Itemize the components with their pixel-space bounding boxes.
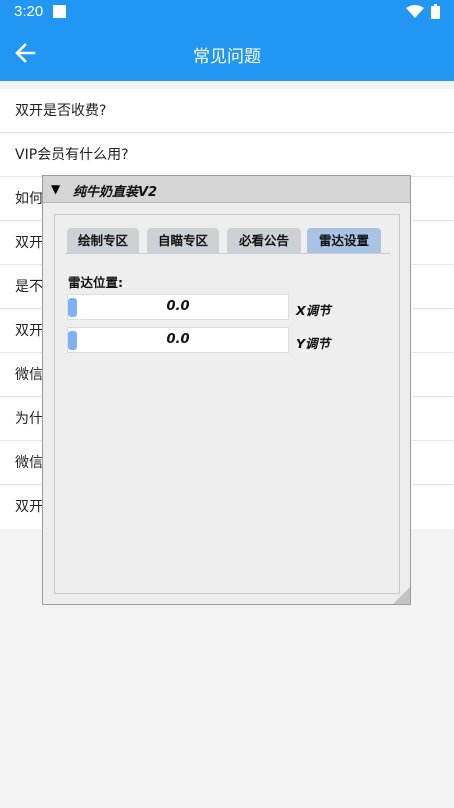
notification-icon [53,5,66,18]
overlay-panel: 绘制专区 自瞄专区 必看公告 雷达设置 雷达位置: 0.0 X调节 0.0 Y调… [54,214,400,594]
wifi-icon [406,5,424,18]
resize-grip-icon[interactable] [393,587,410,604]
y-adjust-slider[interactable]: 0.0 [67,327,289,353]
slider-value: 0.0 [166,299,190,314]
tab-aim[interactable]: 自瞄专区 [147,228,219,253]
faq-item[interactable]: 双开是否收费? [0,89,454,133]
tab-draw[interactable]: 绘制专区 [67,228,139,253]
faq-item[interactable]: VIP会员有什么用? [0,133,454,177]
tab-notice[interactable]: 必看公告 [227,228,301,253]
tab-divider [65,253,391,254]
overlay-title-bar[interactable]: ▼ 纯牛奶直装V2 [43,176,410,203]
slider-value: 0.0 [166,332,190,347]
x-adjust-slider[interactable]: 0.0 [67,294,289,320]
battery-icon [431,4,440,19]
app-bar: 常见问题 [0,26,454,81]
overlay-window: ▼ 纯牛奶直装V2 绘制专区 自瞄专区 必看公告 雷达设置 雷达位置: 0.0 … [42,175,411,605]
overlay-title: 纯牛奶直装V2 [73,185,158,200]
tab-radar-settings[interactable]: 雷达设置 [307,228,381,253]
radar-position-label: 雷达位置: [68,275,123,290]
status-bar: 3:20 [0,0,454,26]
page-title: 常见问题 [193,47,261,67]
y-adjust-label: Y调节 [296,336,331,351]
x-adjust-label: X调节 [296,303,331,318]
collapse-triangle-icon[interactable]: ▼ [51,182,60,196]
status-time: 3:20 [14,3,44,20]
